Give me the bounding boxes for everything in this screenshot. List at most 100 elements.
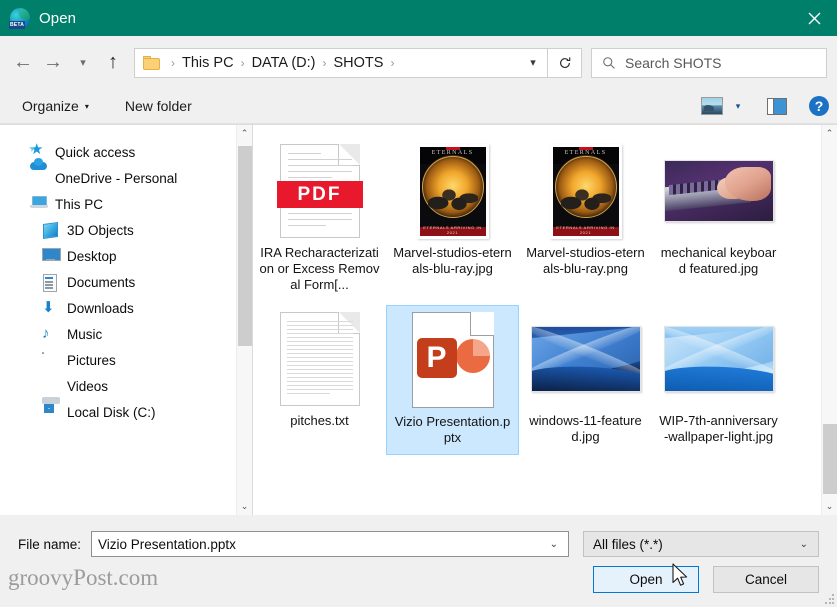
powerpoint-document-icon: P — [398, 312, 508, 408]
organize-button[interactable]: Organize ▾ — [18, 93, 93, 119]
eternals-poster-thumbnail: ETERNALS ETERNALS ARRIVING IN 2021 — [398, 143, 508, 239]
navigation-bar: ← → ▾ ↑ › This PC › DATA (D:) › SHOTS › … — [0, 36, 837, 89]
sidebar-list: Quick access OneDrive - Personal This PC… — [0, 125, 236, 515]
file-tile[interactable]: WIP-7th-anniversary-wallpaper-light.jpg — [652, 305, 785, 455]
local-disk-icon — [42, 404, 60, 420]
close-button[interactable] — [791, 0, 837, 36]
recent-locations-chevron-down-icon[interactable]: ▾ — [68, 48, 98, 78]
sidebar-item-label: Downloads — [67, 301, 134, 316]
address-dropdown-chevron-down-icon[interactable]: ▾ — [519, 49, 547, 77]
resize-grip[interactable] — [824, 594, 835, 605]
file-name-label: Marvel-studios-eternals-blu-ray.jpg — [393, 245, 513, 277]
pictures-icon — [42, 352, 60, 368]
edge-beta-icon: BETA — [10, 8, 30, 28]
breadcrumb-separator-3: › — [385, 56, 399, 70]
sidebar-scroll-up-icon[interactable]: ⌃ — [237, 125, 253, 142]
title-bar: BETA Open — [0, 0, 837, 36]
up-arrow-icon[interactable]: ↑ — [98, 48, 128, 78]
search-input[interactable]: Search SHOTS — [625, 55, 721, 71]
breadcrumb-this-pc[interactable]: This PC — [180, 55, 236, 71]
file-list-scroll-down-icon[interactable]: ⌄ — [822, 498, 837, 515]
sidebar-item-label: Music — [67, 327, 102, 342]
sidebar-scrollbar[interactable]: ⌃ ⌄ — [236, 125, 252, 515]
sidebar-item-downloads[interactable]: ⬇ Downloads — [0, 295, 236, 321]
sidebar-item-videos[interactable]: Videos — [0, 373, 236, 399]
search-box[interactable]: Search SHOTS — [591, 48, 827, 78]
file-list-scroll-thumb[interactable] — [823, 424, 837, 494]
this-pc-icon — [30, 196, 48, 212]
sidebar-item-label: Pictures — [67, 353, 116, 368]
file-name-input[interactable]: Vizio Presentation.pptx ⌄ — [91, 531, 569, 557]
search-icon — [602, 56, 616, 70]
sidebar-scroll-down-icon[interactable]: ⌄ — [237, 498, 253, 515]
breadcrumb-shots[interactable]: SHOTS — [331, 55, 385, 71]
poster-subtitle: ETERNALS ARRIVING IN 2021 — [553, 225, 619, 235]
watermark: groovyPost.com — [8, 565, 158, 591]
sidebar-item-this-pc[interactable]: This PC — [0, 191, 236, 217]
breadcrumb-data-d[interactable]: DATA (D:) — [250, 55, 318, 71]
file-name-label: WIP-7th-anniversary-wallpaper-light.jpg — [659, 413, 779, 445]
sidebar-scroll-thumb[interactable] — [238, 146, 252, 346]
address-bar[interactable]: › This PC › DATA (D:) › SHOTS › ▾ — [134, 48, 548, 78]
file-name-label: pitches.txt — [290, 413, 349, 429]
file-grid: PDF IRA Recharacterization or Excess Rem… — [253, 137, 821, 459]
sidebar-item-3d-objects[interactable]: 3D Objects — [0, 217, 236, 243]
file-tile[interactable]: mechanical keyboard featured.jpg — [652, 137, 785, 301]
preview-pane-icon[interactable] — [765, 93, 789, 119]
file-name-label: mechanical keyboard featured.jpg — [659, 245, 779, 277]
forward-arrow-icon[interactable]: → — [38, 48, 68, 78]
sidebar-scroll-track[interactable] — [237, 142, 253, 498]
text-document-icon — [265, 311, 375, 407]
file-tile[interactable]: PDF IRA Recharacterization or Excess Rem… — [253, 137, 386, 301]
sidebar-item-label: Quick access — [55, 145, 135, 160]
back-arrow-icon[interactable]: ← — [8, 48, 38, 78]
desktop-icon — [42, 248, 60, 264]
file-tile[interactable]: ETERNALS ETERNALS ARRIVING IN 2021 Marve… — [519, 137, 652, 301]
help-button[interactable]: ? — [809, 96, 829, 116]
open-button[interactable]: Open — [593, 566, 699, 593]
sidebar-item-documents[interactable]: Documents — [0, 269, 236, 295]
sidebar-item-onedrive[interactable]: OneDrive - Personal — [0, 165, 236, 191]
sidebar-item-pictures[interactable]: Pictures — [0, 347, 236, 373]
sidebar-item-label: 3D Objects — [67, 223, 134, 238]
file-name-chevron-down-icon[interactable]: ⌄ — [544, 539, 564, 550]
documents-icon — [42, 274, 60, 290]
breadcrumb-separator-0: › — [166, 56, 180, 70]
file-tile[interactable]: pitches.txt — [253, 305, 386, 455]
new-folder-label: New folder — [125, 98, 192, 114]
powerpoint-letter: P — [417, 338, 457, 378]
new-folder-button[interactable]: New folder — [121, 93, 196, 119]
organize-label: Organize — [22, 98, 79, 114]
file-type-filter-select[interactable]: All files (*.*) ⌄ — [583, 531, 819, 557]
refresh-icon[interactable] — [548, 48, 582, 78]
file-name-label: windows-11-featured.jpg — [526, 413, 646, 445]
file-list-scroll-track[interactable] — [822, 142, 837, 498]
file-type-filter-value: All files (*.*) — [593, 537, 794, 552]
breadcrumb-separator-2: › — [317, 56, 331, 70]
file-tile[interactable]: ETERNALS ETERNALS ARRIVING IN 2021 Marve… — [386, 137, 519, 301]
cancel-button[interactable]: Cancel — [713, 566, 819, 593]
pdf-document-icon: PDF — [265, 143, 375, 239]
file-name-value[interactable]: Vizio Presentation.pptx — [98, 537, 544, 552]
file-name-label: Vizio Presentation.pptx — [393, 414, 513, 446]
sidebar-item-music[interactable]: ♪ Music — [0, 321, 236, 347]
view-options-chevron-down-icon[interactable]: ▾ — [725, 93, 751, 119]
file-tile-selected[interactable]: P Vizio Presentation.pptx — [386, 305, 519, 455]
file-name-label: Marvel-studios-eternals-blu-ray.png — [526, 245, 646, 277]
file-name-label: IRA Recharacterization or Excess Removal… — [260, 245, 380, 293]
pdf-badge-label: PDF — [277, 181, 363, 208]
file-list-scroll-up-icon[interactable]: ⌃ — [822, 125, 837, 142]
file-type-filter-chevron-down-icon[interactable]: ⌄ — [794, 539, 814, 550]
file-tile[interactable]: windows-11-featured.jpg — [519, 305, 652, 455]
onedrive-cloud-icon — [30, 170, 48, 186]
sidebar-item-local-disk-c[interactable]: Local Disk (C:) — [0, 399, 236, 425]
sidebar-item-label: Desktop — [67, 249, 117, 264]
keyboard-photo-thumbnail — [664, 143, 774, 239]
sidebar-item-label: Documents — [67, 275, 135, 290]
file-list-scrollbar[interactable]: ⌃ ⌄ — [821, 125, 837, 515]
navigation-sidebar: Quick access OneDrive - Personal This PC… — [0, 125, 253, 515]
view-options-icon[interactable] — [701, 97, 723, 115]
sidebar-item-label: Videos — [67, 379, 108, 394]
music-icon: ♪ — [42, 326, 60, 342]
sidebar-item-desktop[interactable]: Desktop — [0, 243, 236, 269]
